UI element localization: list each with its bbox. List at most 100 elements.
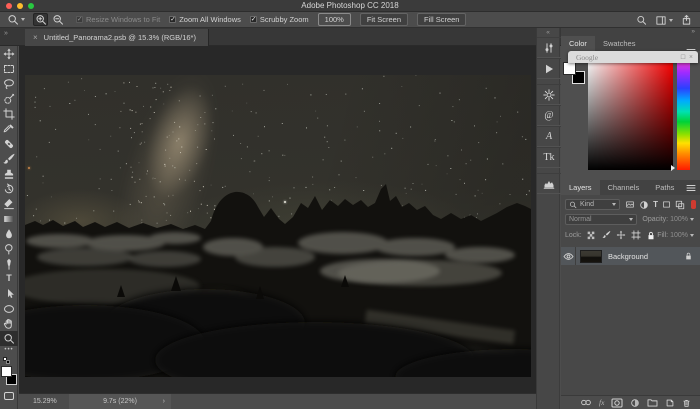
smart-object-filter-icon[interactable] [675,200,685,210]
layers-panel: Layers Channels Paths Kind T [561,180,700,409]
crop-tool[interactable] [0,106,18,121]
default-swap-colors[interactable] [0,356,18,365]
close-icon[interactable]: × [689,53,693,61]
dock-paragraph-panel[interactable]: @ [537,105,561,126]
zoom-tool[interactable] [0,331,18,346]
hue-slider-arrow[interactable] [671,165,675,171]
hue-strip[interactable] [677,58,690,170]
canvas-image[interactable] [25,75,531,377]
layer-row-background[interactable]: Background [561,247,700,265]
lock-artboard-icon[interactable] [631,230,641,240]
foreground-background-swatches[interactable] [0,365,18,389]
share-icon[interactable] [681,14,692,26]
blur-tool[interactable] [0,226,18,241]
foreground-color-swatch[interactable] [1,366,12,377]
new-group-icon[interactable] [647,398,658,407]
add-mask-icon[interactable] [611,398,623,408]
gradient-tool[interactable] [0,211,18,226]
fill-value-select[interactable]: 100% [668,230,696,241]
panel-menu-icon[interactable] [686,184,696,192]
search-icon[interactable] [636,15,647,26]
document-status-bar: 15.29% 9.7s (22%) › [19,393,536,409]
canvas-vignette [25,75,531,377]
tab-layers[interactable]: Layers [561,180,600,195]
google-floating-window[interactable]: Google □ × [568,51,698,63]
fit-screen-button[interactable]: Fit Screen [360,13,408,26]
expand-panels-chevron[interactable]: « [537,28,559,37]
type-filter-icon[interactable]: T [653,200,658,209]
lock-position-icon[interactable] [616,230,626,240]
opacity-value-select[interactable]: 100% [668,214,696,225]
new-layer-icon[interactable] [665,398,675,408]
dodge-tool[interactable] [0,241,18,256]
delete-layer-icon[interactable] [682,398,691,408]
dock-typekit-panel[interactable]: Tk [537,147,561,168]
tab-channels[interactable]: Channels [600,180,648,195]
pen-tool[interactable] [0,256,18,271]
close-tab-icon[interactable]: × [33,33,38,42]
edit-toolbar-button[interactable]: ••• [0,346,18,356]
brush-tool[interactable] [0,151,18,166]
screen-mode-button[interactable] [0,389,18,403]
adjustment-layer-icon[interactable] [630,398,640,408]
zoom-100-button[interactable]: 100% [318,13,351,26]
tab-swatches[interactable]: Swatches [595,36,644,51]
layer-style-fx-icon[interactable]: fx [599,398,604,407]
resize-windows-to-fit-checkbox: ✓ Resize Windows to Fit [76,15,160,24]
document-workspace[interactable]: 15.29% 9.7s (22%) › [19,46,536,409]
layer-visibility-toggle[interactable] [561,247,576,265]
rectangular-marquee-tool[interactable] [0,61,18,76]
history-brush-tool[interactable] [0,181,18,196]
tab-paths[interactable]: Paths [647,180,682,195]
checkbox-icon: ✓ [250,16,257,23]
zoom-out-mode-button[interactable] [50,13,65,26]
eraser-tool[interactable] [0,196,18,211]
dock-sliders-panel[interactable] [537,37,561,58]
scrubby-zoom-checkbox[interactable]: ✓ Scrubby Zoom [250,15,309,24]
lock-transparent-icon[interactable] [586,230,596,240]
tab-color[interactable]: Color [561,36,595,51]
fill-label: Fill: [657,232,668,239]
adjustment-filter-icon[interactable] [639,200,649,210]
blend-mode-select[interactable]: Normal [565,214,637,225]
status-info-segment[interactable]: 9.7s (22%) › [69,394,171,409]
zoom-all-windows-checkbox[interactable]: ✓ Zoom All Windows [169,15,241,24]
ellipse-shape-tool[interactable] [0,301,18,316]
filter-kind-select[interactable]: Kind [565,199,620,210]
script-a-icon: A [546,131,552,142]
status-zoom-level[interactable]: 15.29% [33,398,63,405]
clone-stamp-tool[interactable] [0,166,18,181]
filter-toggle-switch[interactable] [691,200,696,209]
eyedropper-tool[interactable] [0,121,18,136]
quick-selection-tool[interactable] [0,91,18,106]
dock-actions-panel[interactable] [537,58,561,79]
tool-preset-picker[interactable] [7,14,25,26]
link-layers-icon[interactable] [580,398,592,407]
dock-character-styles-panel[interactable]: A [537,126,561,147]
fill-screen-button[interactable]: Fill Screen [417,13,466,26]
maximize-icon[interactable]: □ [681,53,685,61]
dock-filter-panel[interactable] [537,84,561,105]
document-tab[interactable]: × Untitled_Panorama2.psb @ 15.3% (RGB/16… [25,29,209,46]
layer-thumbnail[interactable] [580,250,602,263]
type-tool[interactable]: T [0,271,18,286]
foreground-color-swatch[interactable] [563,62,576,75]
pixel-filter-icon[interactable] [625,200,635,209]
move-tool[interactable] [0,46,18,61]
zoom-in-mode-button[interactable] [33,13,48,26]
color-saturation-field[interactable] [588,58,673,170]
color-panel-body [561,51,700,180]
spot-healing-brush-tool[interactable] [0,136,18,151]
toolbar-collapse-chevron[interactable]: » [4,30,8,37]
dock-histogram-panel[interactable] [537,173,561,194]
status-options-chevron[interactable]: › [163,398,165,405]
workspace-switcher[interactable] [655,15,673,26]
shape-filter-icon[interactable] [662,200,671,209]
hand-tool[interactable] [0,316,18,331]
collapse-panels-chevron[interactable]: » [691,28,695,35]
path-selection-tool[interactable] [0,286,18,301]
lasso-tool[interactable] [0,76,18,91]
layer-name[interactable]: Background [608,252,648,261]
lock-pixels-icon[interactable] [601,230,611,240]
lock-all-icon[interactable] [646,230,656,241]
